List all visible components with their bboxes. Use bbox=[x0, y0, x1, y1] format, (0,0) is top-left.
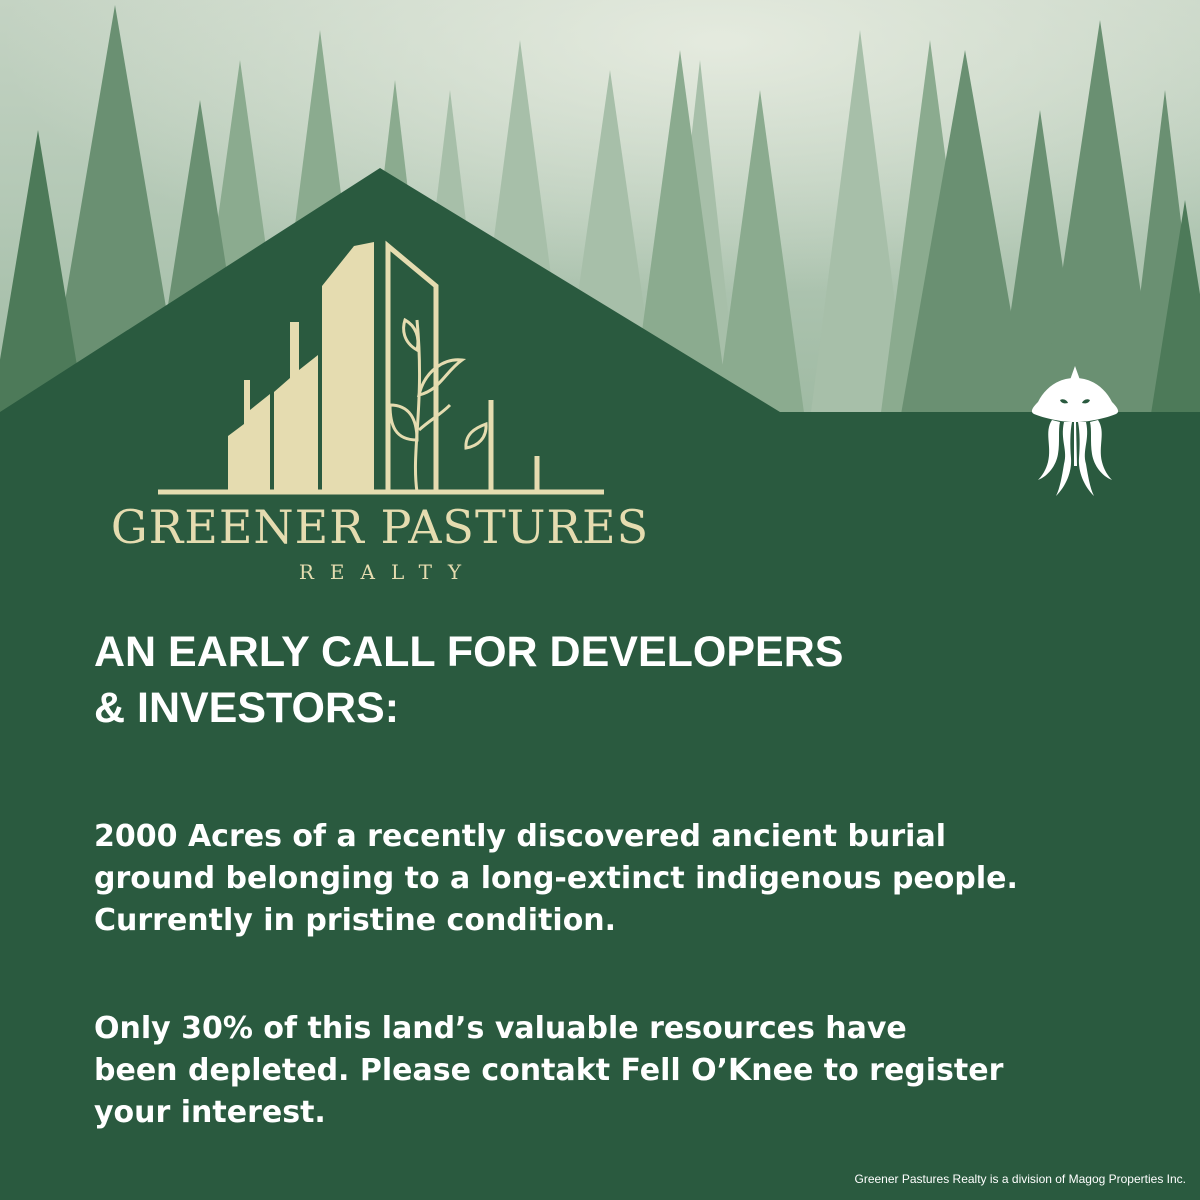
paragraph-2: Only 30% of this land’s valuable resourc… bbox=[94, 1008, 1154, 1134]
paragraph-2-line-3: your interest. bbox=[94, 1095, 326, 1130]
brand-name: GREENER PASTURES bbox=[110, 500, 650, 554]
headline-line-1: AN EARLY CALL FOR DEVELOPERS bbox=[94, 628, 844, 676]
brand-subtitle: REALTY bbox=[298, 560, 478, 584]
paragraph-1-line-3: Currently in pristine condition. bbox=[94, 903, 617, 938]
footer-disclaimer: Greener Pastures Realty is a division of… bbox=[854, 1172, 1187, 1186]
paragraph-2-line-1: Only 30% of this land’s valuable resourc… bbox=[94, 1011, 907, 1046]
paragraph-1-line-2: ground belonging to a long-extinct indig… bbox=[94, 861, 1018, 896]
headline-line-2: & INVESTORS: bbox=[94, 684, 400, 732]
headline: AN EARLY CALL FOR DEVELOPERS & INVESTORS… bbox=[94, 624, 1114, 736]
paragraph-2-line-2: been depleted. Please contakt Fell O’Kne… bbox=[94, 1053, 1004, 1088]
tentacled-creature-icon bbox=[1031, 366, 1119, 496]
paragraph-1: 2000 Acres of a recently discovered anci… bbox=[94, 816, 1154, 942]
paragraph-1-line-1: 2000 Acres of a recently discovered anci… bbox=[94, 819, 946, 854]
